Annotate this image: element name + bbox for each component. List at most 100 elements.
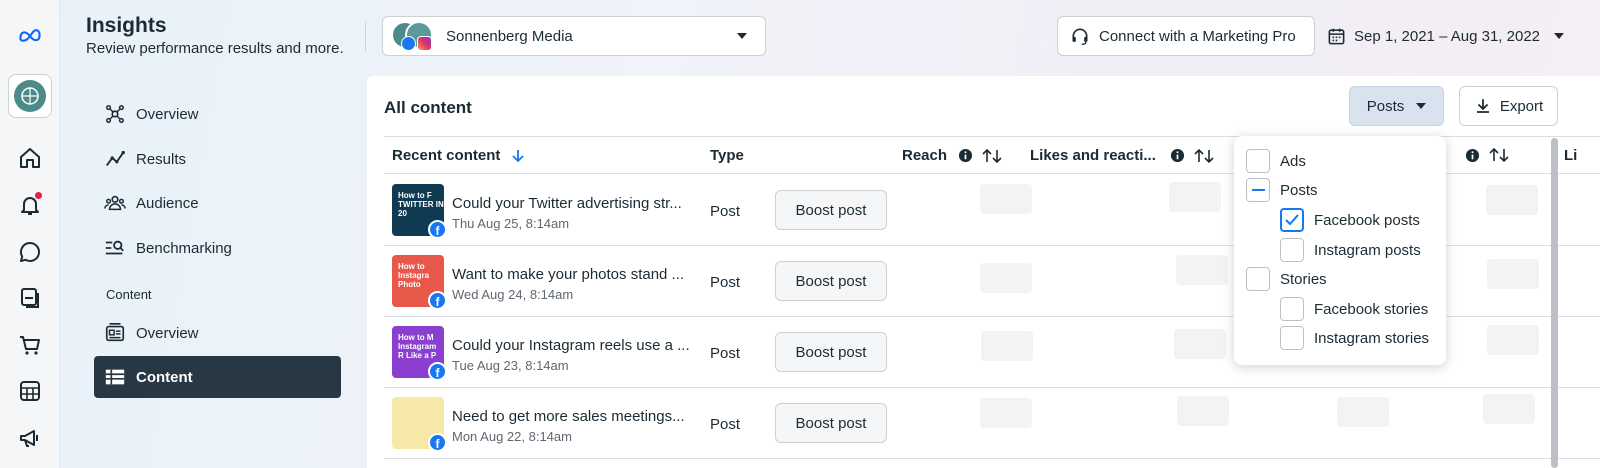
results-icon (104, 148, 126, 170)
sort-icon[interactable] (1489, 147, 1509, 163)
content-type-filter-label: Posts (1366, 97, 1405, 115)
post-title[interactable]: Could your Instagram reels use a ... (452, 337, 690, 354)
filter-option-stories[interactable]: Stories (1246, 267, 1327, 291)
column-likes[interactable]: Likes and reacti... (1030, 147, 1214, 164)
boost-post-button[interactable]: Boost post (775, 261, 887, 301)
loading-placeholder (980, 398, 1032, 428)
column-metric[interactable] (1459, 147, 1509, 163)
checkbox[interactable] (1280, 326, 1304, 350)
meta-logo[interactable] (9, 14, 51, 56)
account-avatars (391, 21, 435, 51)
chat-icon[interactable] (9, 231, 51, 273)
nav-content-overview[interactable]: Overview (94, 313, 341, 353)
nav-audience-label: Audience (136, 194, 199, 212)
calendar-icon (1328, 28, 1345, 44)
page-subtitle: Review performance results and more. (86, 40, 344, 57)
content-type-filter-button[interactable]: Posts (1349, 86, 1444, 126)
cart-icon[interactable] (9, 324, 51, 366)
post-date: Mon Aug 22, 8:14am (452, 429, 572, 444)
post-type: Post (710, 345, 741, 362)
post-title[interactable]: Need to get more sales meetings... (452, 408, 685, 425)
loading-placeholder (1487, 259, 1539, 289)
nav-section-content: Content (106, 287, 152, 302)
nav-results[interactable]: Results (94, 139, 341, 179)
account-name: Sonnenberg Media (446, 27, 573, 45)
minus-icon (1251, 189, 1265, 191)
date-range-picker[interactable]: Sep 1, 2021 – Aug 31, 2022 (1327, 16, 1564, 56)
nav-benchmarking[interactable]: Benchmarking (94, 228, 341, 268)
loading-placeholder (1177, 396, 1229, 426)
bell-icon[interactable] (9, 184, 51, 226)
sort-icon[interactable] (982, 148, 1002, 164)
post-thumbnail: How to M Instagram R Like a P f (392, 326, 447, 381)
nav-content[interactable]: Content (94, 356, 341, 398)
post-type: Post (710, 274, 741, 291)
account-avatar[interactable] (8, 74, 52, 118)
checkmark-icon (1285, 214, 1299, 226)
checkbox[interactable] (1246, 149, 1270, 173)
facebook-icon: f (428, 362, 447, 381)
chevron-down-icon (1554, 33, 1564, 39)
account-selector[interactable]: Sonnenberg Media (382, 16, 766, 56)
vertical-scrollbar[interactable] (1551, 138, 1558, 468)
nav-overview[interactable]: Overview (94, 94, 341, 134)
post-title[interactable]: Want to make your photos stand ... (452, 266, 684, 283)
home-icon[interactable] (9, 137, 51, 179)
filter-option-posts[interactable]: Posts (1246, 178, 1318, 202)
date-range-label: Sep 1, 2021 – Aug 31, 2022 (1354, 27, 1540, 45)
pages-icon[interactable] (9, 277, 51, 319)
facebook-icon: f (428, 220, 447, 239)
connect-marketing-pro-label: Connect with a Marketing Pro (1099, 27, 1296, 45)
calculator-icon[interactable] (9, 370, 51, 412)
column-recent-content[interactable]: Recent content (392, 147, 526, 164)
sort-down-icon (512, 149, 524, 162)
checkbox-checked[interactable] (1280, 208, 1304, 232)
facebook-icon: f (428, 291, 447, 310)
filter-option-ads[interactable]: Ads (1246, 149, 1306, 173)
filter-option-facebook-posts[interactable]: Facebook posts (1280, 208, 1420, 232)
content-overview-icon (104, 322, 126, 344)
sort-icon[interactable] (1194, 148, 1214, 164)
facebook-icon: f (428, 433, 447, 452)
post-date: Tue Aug 23, 8:14am (452, 358, 569, 373)
boost-post-button[interactable]: Boost post (775, 403, 887, 443)
nav-overview-label: Overview (136, 105, 199, 123)
table-row[interactable]: f Need to get more sales meetings... Mon… (384, 388, 1600, 459)
nav-results-label: Results (136, 150, 187, 168)
content-type-filter-menu: Ads Posts Facebook posts Instagram posts… (1234, 136, 1446, 365)
column-li[interactable]: Li (1564, 147, 1577, 164)
nav-audience[interactable]: Audience (94, 183, 341, 223)
column-type[interactable]: Type (710, 147, 744, 164)
loading-placeholder (1483, 394, 1535, 424)
post-title[interactable]: Could your Twitter advertising str... (452, 195, 682, 212)
column-reach[interactable]: Reach (902, 147, 1002, 164)
filter-option-facebook-stories[interactable]: Facebook stories (1280, 297, 1428, 321)
post-type: Post (710, 416, 741, 433)
facebook-icon (401, 36, 416, 51)
megaphone-icon[interactable] (9, 417, 51, 459)
loading-placeholder (1486, 185, 1538, 215)
checkbox[interactable] (1280, 297, 1304, 321)
info-icon[interactable] (958, 148, 973, 163)
panel-title: All content (384, 98, 472, 117)
boost-post-button[interactable]: Boost post (775, 190, 887, 230)
loading-placeholder (980, 184, 1032, 214)
export-label: Export (1499, 97, 1544, 115)
export-button[interactable]: Export (1459, 86, 1558, 126)
table-icon (104, 366, 126, 388)
loading-placeholder (980, 263, 1032, 293)
checkbox[interactable] (1280, 238, 1304, 262)
filter-option-instagram-posts[interactable]: Instagram posts (1280, 238, 1421, 262)
checkbox-indeterminate[interactable] (1246, 178, 1270, 202)
post-type: Post (710, 203, 741, 220)
instagram-icon (417, 36, 432, 51)
info-icon[interactable] (1170, 148, 1185, 163)
boost-post-button[interactable]: Boost post (775, 332, 887, 372)
chevron-down-icon (1416, 103, 1427, 109)
benchmarking-icon (104, 237, 126, 259)
filter-option-instagram-stories[interactable]: Instagram stories (1280, 326, 1429, 350)
checkbox[interactable] (1246, 267, 1270, 291)
connect-marketing-pro-button[interactable]: Connect with a Marketing Pro (1057, 16, 1315, 56)
nav-content-label: Content (136, 368, 193, 386)
info-icon[interactable] (1465, 148, 1480, 163)
